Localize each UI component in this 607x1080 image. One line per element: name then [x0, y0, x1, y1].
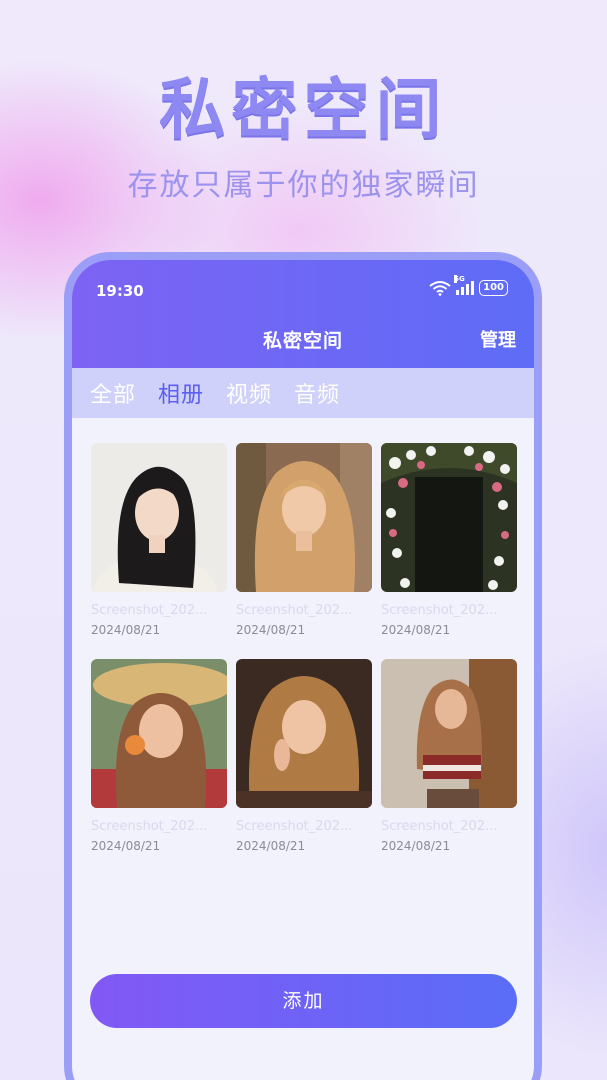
page-title: 私密空间	[262, 330, 343, 352]
file-date: 2024/08/21	[91, 623, 161, 637]
tab-audio[interactable]: 音频	[294, 377, 340, 409]
header: 19:30 5G 100 私密空间 管理	[72, 260, 534, 368]
photo-thumbnail[interactable]	[381, 659, 517, 808]
tab-all[interactable]: 全部	[90, 377, 136, 409]
grid-item[interactable]: Screenshot_202... 2024/08/21	[91, 443, 227, 637]
phone-screen: 19:30 5G 100 私密空间 管理 全部 相册 视频 音频 Screens…	[72, 260, 534, 1080]
grid-item[interactable]: Screenshot_202... 2024/08/21	[236, 659, 372, 853]
grid-item[interactable]: Screenshot_202... 2024/08/21	[381, 443, 517, 637]
grid-item[interactable]: Screenshot_202... 2024/08/21	[381, 659, 517, 853]
file-name: Screenshot_202...	[91, 603, 208, 618]
photo-thumbnail[interactable]	[91, 443, 227, 592]
network-label: 5G	[454, 275, 465, 283]
phone-frame: 19:30 5G 100 私密空间 管理 全部 相册 视频 音频 Screens…	[64, 252, 542, 1080]
file-name: Screenshot_202...	[236, 603, 353, 618]
tab-bar: 全部 相册 视频 音频	[72, 368, 534, 418]
battery-icon: 100	[479, 280, 508, 296]
wifi-icon	[429, 281, 451, 296]
add-button[interactable]: 添加	[90, 974, 517, 1028]
portrait-image	[236, 443, 372, 592]
portrait-image	[236, 659, 372, 808]
grid-item[interactable]: Screenshot_202... 2024/08/21	[236, 443, 372, 637]
photo-thumbnail[interactable]	[381, 443, 517, 592]
manage-button[interactable]: 管理	[480, 326, 516, 352]
tab-video[interactable]: 视频	[226, 377, 272, 409]
photo-thumbnail[interactable]	[91, 659, 227, 808]
portrait-image	[91, 443, 227, 592]
hero-title: 私密空间	[159, 71, 448, 148]
flower-arch-image	[381, 443, 517, 592]
portrait-image	[381, 659, 517, 808]
file-name: Screenshot_202...	[381, 603, 498, 618]
file-date: 2024/08/21	[381, 839, 451, 853]
photo-thumbnail[interactable]	[236, 443, 372, 592]
file-name: Screenshot_202...	[236, 819, 353, 834]
portrait-image	[91, 659, 227, 808]
file-name: Screenshot_202...	[91, 819, 208, 834]
hero-subtitle: 存放只属于你的独家瞬间	[127, 168, 480, 203]
photo-thumbnail[interactable]	[236, 659, 372, 808]
signal-icon: 5G	[454, 275, 475, 295]
photo-grid: Screenshot_202... 2024/08/21 Screenshot_…	[91, 443, 517, 853]
grid-item[interactable]: Screenshot_202... 2024/08/21	[91, 659, 227, 853]
file-date: 2024/08/21	[236, 839, 306, 853]
tab-album[interactable]: 相册	[158, 377, 204, 409]
file-date: 2024/08/21	[236, 623, 306, 637]
file-date: 2024/08/21	[381, 623, 451, 637]
status-icons: 5G 100	[429, 275, 508, 296]
file-name: Screenshot_202...	[381, 819, 498, 834]
status-time: 19:30	[96, 282, 144, 300]
file-date: 2024/08/21	[91, 839, 161, 853]
